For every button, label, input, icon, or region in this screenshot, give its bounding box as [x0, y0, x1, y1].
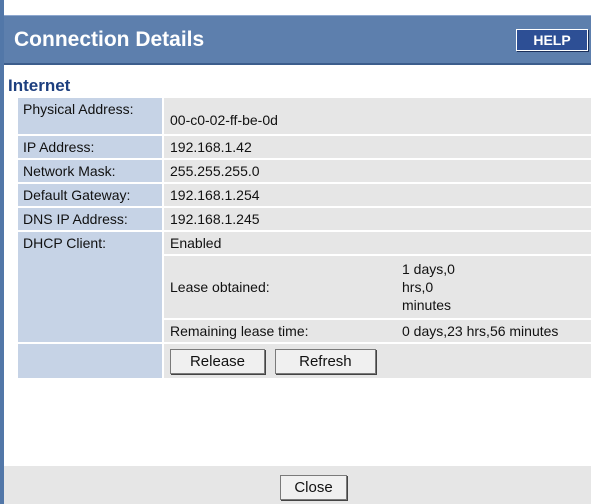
release-button[interactable]: Release [170, 348, 265, 374]
dns-ip-address-label: DNS IP Address: [18, 208, 164, 230]
table-row: Network Mask: 255.255.255.0 [18, 160, 592, 182]
default-gateway-value: 192.168.1.254 [164, 184, 592, 206]
refresh-button[interactable]: Refresh [274, 348, 376, 374]
network-mask-value: 255.255.255.0 [164, 160, 592, 182]
footer-bar: Close [4, 466, 591, 504]
lease-obtained-value: 1 days,0 hrs,0 minutes [396, 256, 592, 318]
dhcp-actions-cell: Release Refresh [164, 344, 592, 378]
physical-address-label: Physical Address: [18, 98, 164, 134]
ip-address-label: IP Address: [18, 136, 164, 158]
network-mask-label: Network Mask: [18, 160, 164, 182]
title-bar: Connection Details HELP [4, 15, 591, 65]
dhcp-client-value: Enabled [164, 232, 592, 254]
section-title: Internet [8, 76, 71, 95]
dhcp-client-label: DHCP Client: [18, 232, 164, 342]
physical-address-value: 00-c0-02-ff-be-0d [164, 98, 592, 134]
lease-obtained-minutes: minutes [402, 297, 452, 313]
table-row: Physical Address: 00-c0-02-ff-be-0d [18, 98, 592, 134]
help-button[interactable]: HELP [516, 29, 588, 51]
ip-address-value: 192.168.1.42 [164, 136, 592, 158]
lease-obtained-label: Lease obtained: [164, 256, 396, 318]
dhcp-actions-row: Release Refresh [18, 344, 592, 378]
remaining-lease-value: 0 days,23 hrs,56 minutes [396, 320, 592, 342]
lease-obtained-days: 1 days,0 [402, 261, 455, 277]
default-gateway-label: Default Gateway: [18, 184, 164, 206]
window-right-edge [591, 0, 595, 504]
window-left-border [0, 0, 4, 504]
close-button[interactable]: Close [280, 475, 347, 500]
table-row: DHCP Client: Enabled [18, 232, 592, 342]
connection-details-table: Physical Address: 00-c0-02-ff-be-0d IP A… [18, 96, 592, 380]
dhcp-actions-spacer [18, 344, 164, 378]
table-row: IP Address: 192.168.1.42 [18, 136, 592, 158]
page-title: Connection Details [14, 28, 205, 51]
lease-obtained-hours: hrs,0 [402, 279, 434, 295]
remaining-lease-label: Remaining lease time: [164, 320, 396, 342]
dns-ip-address-value: 192.168.1.245 [164, 208, 592, 230]
table-row: DNS IP Address: 192.168.1.245 [18, 208, 592, 230]
table-row: Default Gateway: 192.168.1.254 [18, 184, 592, 206]
